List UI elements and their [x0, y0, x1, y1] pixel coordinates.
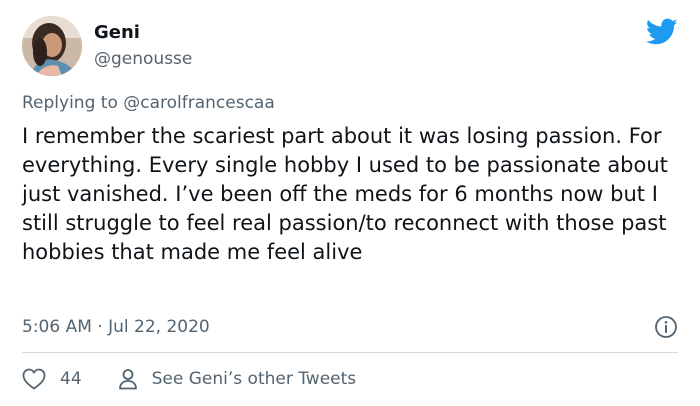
see-other-tweets-link[interactable]: See Geni’s other Tweets [118, 368, 357, 390]
divider [22, 352, 678, 353]
tweet-card: Geni @genousse Replying to @carolfrances… [0, 0, 700, 406]
like-count: 44 [60, 369, 82, 389]
person-icon [118, 369, 137, 390]
author-display-name[interactable]: Geni [94, 22, 140, 44]
see-other-tweets-label: See Geni’s other Tweets [151, 369, 357, 389]
replying-to-prefix: Replying to [22, 93, 118, 113]
info-icon[interactable] [654, 315, 678, 339]
reply-to-handle-link[interactable]: @carolfrancescaa [123, 93, 275, 113]
heart-icon [22, 368, 46, 390]
tweet-timestamp[interactable]: 5:06 AM · Jul 22, 2020 [22, 316, 210, 338]
tweet-text: I remember the scariest part about it wa… [22, 124, 668, 264]
replying-to-line: Replying to @carolfrancescaa [22, 92, 275, 114]
twitter-bird-icon[interactable] [646, 18, 678, 46]
avatar[interactable] [22, 16, 82, 76]
tweet-actions: 44 See Geni’s other Tweets [22, 366, 356, 392]
avatar-image [22, 16, 82, 76]
like-button[interactable]: 44 [22, 368, 82, 390]
author-handle[interactable]: @genousse [94, 48, 192, 70]
